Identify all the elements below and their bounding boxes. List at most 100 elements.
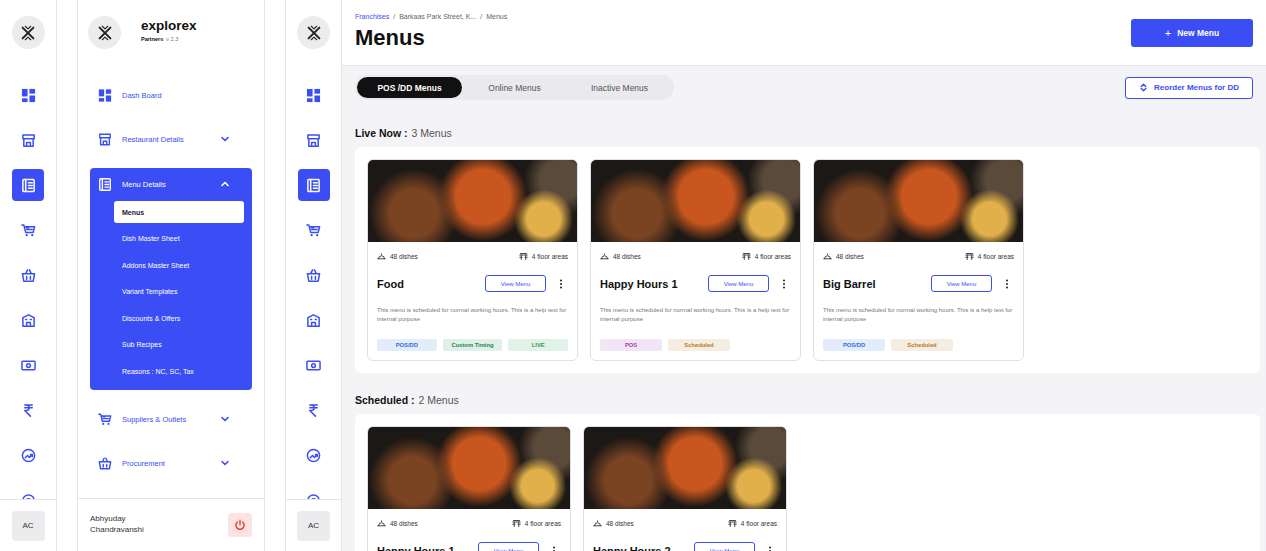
rail-nav-item[interactable]	[298, 304, 330, 336]
menu-book-icon	[306, 178, 321, 193]
brand-logo[interactable]	[297, 16, 330, 49]
submenu-item[interactable]: Discounts & Offers	[114, 307, 244, 329]
logout-button[interactable]	[228, 513, 252, 537]
sidebar-footer: Abhyuday Chandravanshi	[78, 498, 264, 551]
rail-nav-item[interactable]	[12, 124, 44, 156]
rail-nav-item[interactable]	[298, 259, 330, 291]
card-body: 48 dishes4 floor areasHappy Hours 1View …	[368, 509, 570, 551]
menu-card[interactable]: 48 dishes4 floor areasHappy Hours 2View …	[583, 426, 787, 551]
breadcrumb-item[interactable]: Franchises	[355, 13, 389, 20]
rail-nav-item[interactable]	[12, 259, 44, 291]
rail-nav-item[interactable]	[12, 484, 44, 499]
breadcrumb-separator: /	[480, 13, 482, 20]
card-body: 48 dishes4 floor areasBig BarrelView Men…	[814, 242, 1023, 360]
view-menu-button[interactable]: View Menu	[694, 542, 755, 551]
sidebar-item[interactable]: Dash Board	[90, 80, 252, 110]
user-avatar[interactable]: AC	[12, 511, 45, 541]
more-icon[interactable]	[554, 279, 568, 289]
sidebar-item[interactable]: Menu Details	[90, 170, 252, 198]
rail-nav-item[interactable]	[298, 394, 330, 426]
store-icon	[21, 133, 36, 148]
submenu-item[interactable]: Variant Templates	[114, 281, 244, 303]
icon-rail: AC	[285, 0, 342, 551]
sidebar-item[interactable]: Suppliers & Outlets	[90, 404, 252, 434]
rail-nav-item[interactable]	[12, 349, 44, 381]
brand-subtitle: Partnersv 2.3	[141, 36, 197, 42]
rail-nav-item[interactable]	[298, 79, 330, 111]
tag: POS/DD	[823, 339, 885, 351]
tab-row: POS /DD MenusOnline MenusInactive Menus R…	[355, 75, 1253, 100]
tab[interactable]: POS /DD Menus	[357, 77, 462, 98]
view-menu-button[interactable]: View Menu	[708, 275, 769, 292]
sidebar-label: Suppliers & Outlets	[122, 415, 218, 424]
menu-card[interactable]: 48 dishes4 floor areasFoodView MenuThis …	[367, 159, 578, 361]
rail-nav-item[interactable]	[12, 394, 44, 426]
card-body: 48 dishes4 floor areasHappy Hours 1View …	[591, 242, 800, 360]
rail-nav-item[interactable]	[12, 169, 44, 201]
rail-nav-item[interactable]	[12, 439, 44, 471]
menu-name: Food	[377, 278, 485, 290]
sidebar-item[interactable]: Procurement	[90, 448, 252, 478]
menu-card[interactable]: 48 dishes4 floor areasBig BarrelView Men…	[813, 159, 1024, 361]
submenu-item[interactable]: Dish Master Sheet	[114, 228, 244, 250]
view-menu-button[interactable]: View Menu	[478, 542, 539, 551]
brand-sub: Partners	[141, 36, 163, 42]
rail-nav-item[interactable]	[298, 439, 330, 471]
dish-count: 48 dishes	[593, 519, 634, 528]
table-icon	[965, 252, 974, 261]
floor-areas-text: 4 floor areas	[741, 520, 777, 527]
view-menu-button[interactable]: View Menu	[931, 275, 992, 292]
logo-icon	[96, 24, 114, 42]
new-menu-button[interactable]: +New Menu	[1131, 19, 1253, 47]
card-meta: 48 dishes 4 floor areas	[593, 517, 777, 529]
menu-card[interactable]: 48 dishes4 floor areasHappy Hours 1View …	[590, 159, 801, 361]
rail-nav-item[interactable]	[12, 214, 44, 246]
view-menu-button[interactable]: View Menu	[485, 275, 546, 292]
button-label: Reorder Menus for DD	[1154, 83, 1239, 92]
reorder-button[interactable]: Reorder Menus for DD	[1125, 77, 1253, 99]
sidebar-group: Restaurant Details	[90, 124, 252, 154]
rail-nav-item[interactable]	[298, 214, 330, 246]
spacer	[265, 0, 285, 551]
dashboard-icon	[306, 88, 321, 103]
submenu-item[interactable]: Addons Master Sheet	[114, 254, 244, 276]
card-body: 48 dishes4 floor areasFoodView MenuThis …	[368, 242, 577, 360]
card-title-row: Big BarrelView Menu	[823, 275, 1014, 292]
submenu-item[interactable]: Sub Recipes	[114, 334, 244, 356]
header-left: Franchises/Barkaas Park Street, K.../Men…	[355, 0, 507, 51]
submenu-item[interactable]: Reasons : NC, SC, Tax	[114, 360, 244, 382]
cash-icon	[306, 358, 321, 373]
power-icon	[234, 519, 246, 531]
rail-nav-item[interactable]	[298, 349, 330, 381]
rail-nav-item[interactable]	[298, 124, 330, 156]
chevron-icon	[218, 179, 232, 189]
store-icon	[306, 133, 321, 148]
tag: LIVE	[508, 339, 568, 351]
menu-card[interactable]: 48 dishes4 floor areasHappy Hours 1View …	[367, 426, 571, 551]
menu-book-icon	[21, 178, 36, 193]
rail-nav-item[interactable]	[298, 169, 330, 201]
tab[interactable]: Online Menus	[462, 77, 567, 98]
sidebar-item[interactable]: Restaurant Details	[90, 124, 252, 154]
more-icon[interactable]	[763, 546, 777, 551]
rail-nav-item[interactable]	[298, 484, 330, 499]
brand-logo[interactable]	[88, 16, 121, 49]
icon-rail: AC	[0, 0, 57, 551]
rail-nav-item[interactable]	[12, 79, 44, 111]
user-avatar[interactable]: AC	[297, 511, 330, 541]
more-icon[interactable]	[547, 546, 561, 551]
chevron-icon	[218, 134, 232, 144]
more-icon[interactable]	[1000, 279, 1014, 289]
tag: Scheduled	[891, 339, 953, 351]
rail-nav-item[interactable]	[12, 304, 44, 336]
tab[interactable]: Inactive Menus	[567, 77, 672, 98]
rupee-icon	[21, 403, 36, 418]
table-icon	[742, 252, 751, 261]
store-icon	[98, 132, 112, 147]
dish-icon	[593, 519, 602, 528]
brand-logo[interactable]	[12, 16, 45, 49]
tag-list: POS/DD Scheduled	[823, 339, 1014, 351]
breadcrumb-item[interactable]: Barkaas Park Street, K...	[399, 13, 476, 20]
submenu-item[interactable]: Menus	[114, 201, 244, 223]
more-icon[interactable]	[777, 279, 791, 289]
